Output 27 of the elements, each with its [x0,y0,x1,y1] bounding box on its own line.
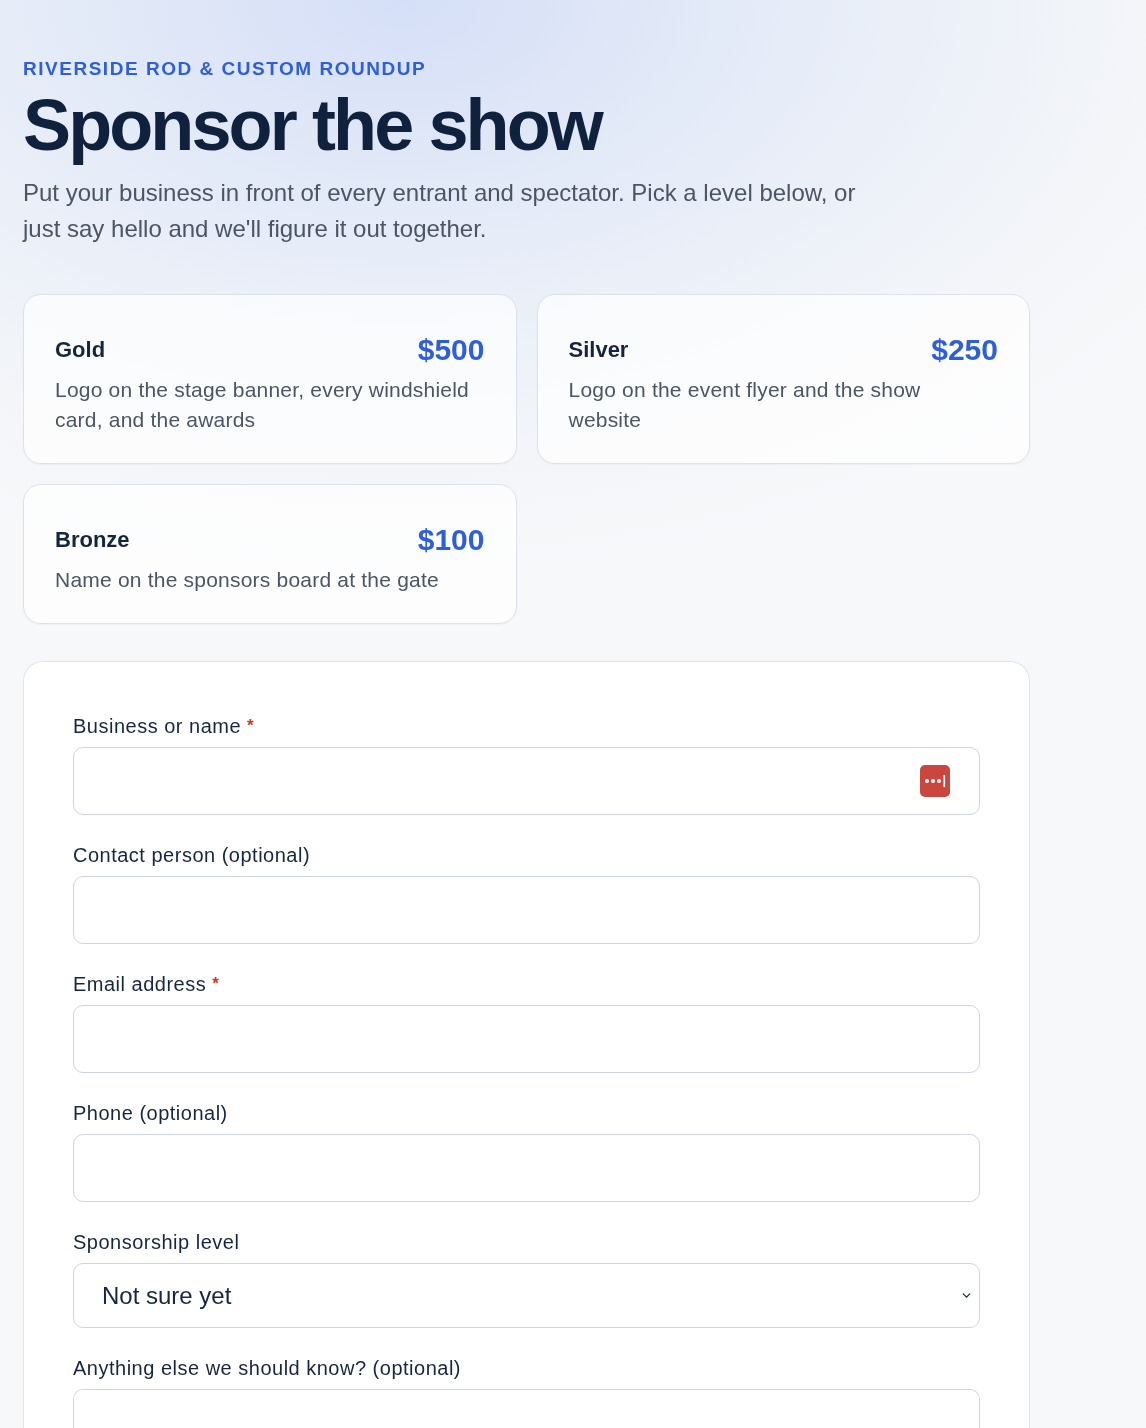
page-title: Sponsor the show [23,87,601,163]
tier-description: Logo on the event flyer and the show website [568,377,922,433]
password-dots-icon[interactable] [920,765,950,797]
tier-price: $250 [931,331,998,368]
field-label: Phone (optional) [73,1101,228,1125]
field-label: Sponsorship level [73,1230,240,1254]
required-mark: * [247,715,254,737]
required-mark: * [212,973,219,995]
intro-text: Put your business in front of every entrant and spectator. Pick a level below, or just say hello and we'll figure it out together. [23,178,857,244]
event-eyebrow: RIVERSIDE ROD & CUSTOM ROUNDUP [23,57,427,81]
tier-price: $500 [417,331,485,368]
field-label: Anything else we should know? (optional) [73,1356,461,1380]
text-field[interactable] [73,1134,980,1202]
tier-price: $100 [417,521,485,558]
tier-description: Name on the sponsors board at the gate [55,567,440,593]
text-field[interactable] [73,747,980,815]
level-select[interactable]: Not sure yet [73,1263,980,1328]
text-field[interactable] [73,1005,980,1073]
field-label: Business or name [73,714,242,738]
tier-name: Bronze [55,525,130,554]
text-area[interactable] [73,1389,980,1428]
tier-description: Logo on the stage banner, every windshield card, and the awards [55,377,470,433]
text-field[interactable] [73,876,980,944]
tier-name: Silver [568,335,629,364]
tier-name: Gold [55,335,106,364]
field-label: Contact person (optional) [73,843,311,867]
field-label: Email address [73,972,207,996]
